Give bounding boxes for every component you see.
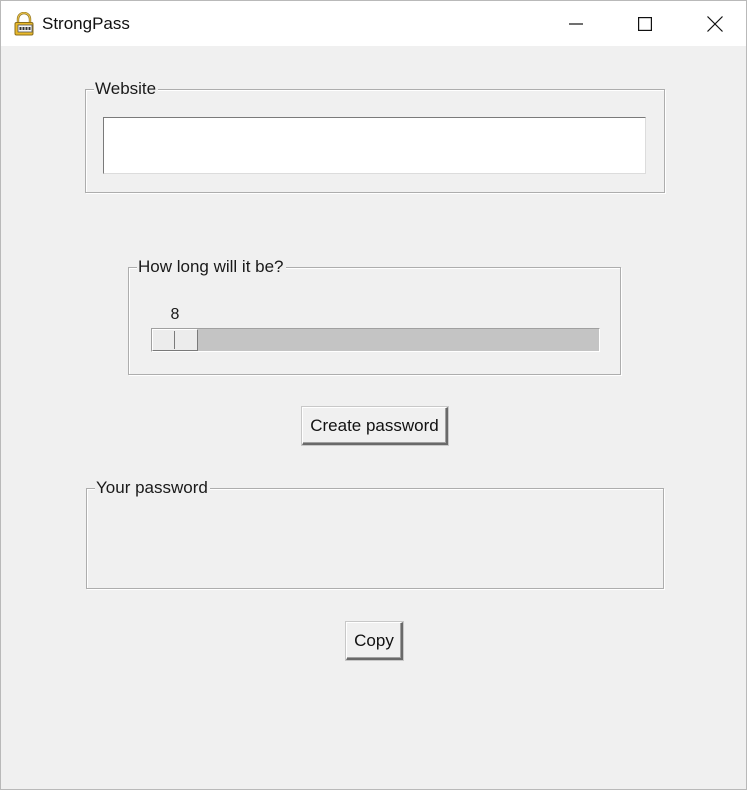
title-bar[interactable]: StrongPass xyxy=(1,1,746,46)
padlock-icon xyxy=(12,11,36,36)
password-output xyxy=(97,503,647,573)
maximize-icon xyxy=(638,16,652,31)
length-value: 8 xyxy=(170,306,180,323)
minimize-button[interactable] xyxy=(553,1,599,46)
app-window: StrongPass Website How long will it be? … xyxy=(0,0,747,790)
website-group: Website xyxy=(85,79,665,193)
window-title: StrongPass xyxy=(42,14,130,33)
close-button[interactable] xyxy=(692,1,738,46)
length-label: How long will it be? xyxy=(137,257,286,277)
copy-button[interactable]: Copy xyxy=(346,622,403,660)
create-password-button[interactable]: Create password xyxy=(302,407,448,445)
length-group: How long will it be? 8 xyxy=(128,257,621,375)
password-group: Your password xyxy=(86,478,664,589)
length-slider[interactable] xyxy=(151,328,600,352)
close-icon xyxy=(707,15,723,32)
minimize-icon xyxy=(569,22,583,25)
website-label: Website xyxy=(94,79,159,99)
password-label: Your password xyxy=(95,478,210,498)
website-input[interactable] xyxy=(103,117,646,174)
maximize-button[interactable] xyxy=(622,1,668,46)
length-slider-handle[interactable] xyxy=(152,329,198,351)
